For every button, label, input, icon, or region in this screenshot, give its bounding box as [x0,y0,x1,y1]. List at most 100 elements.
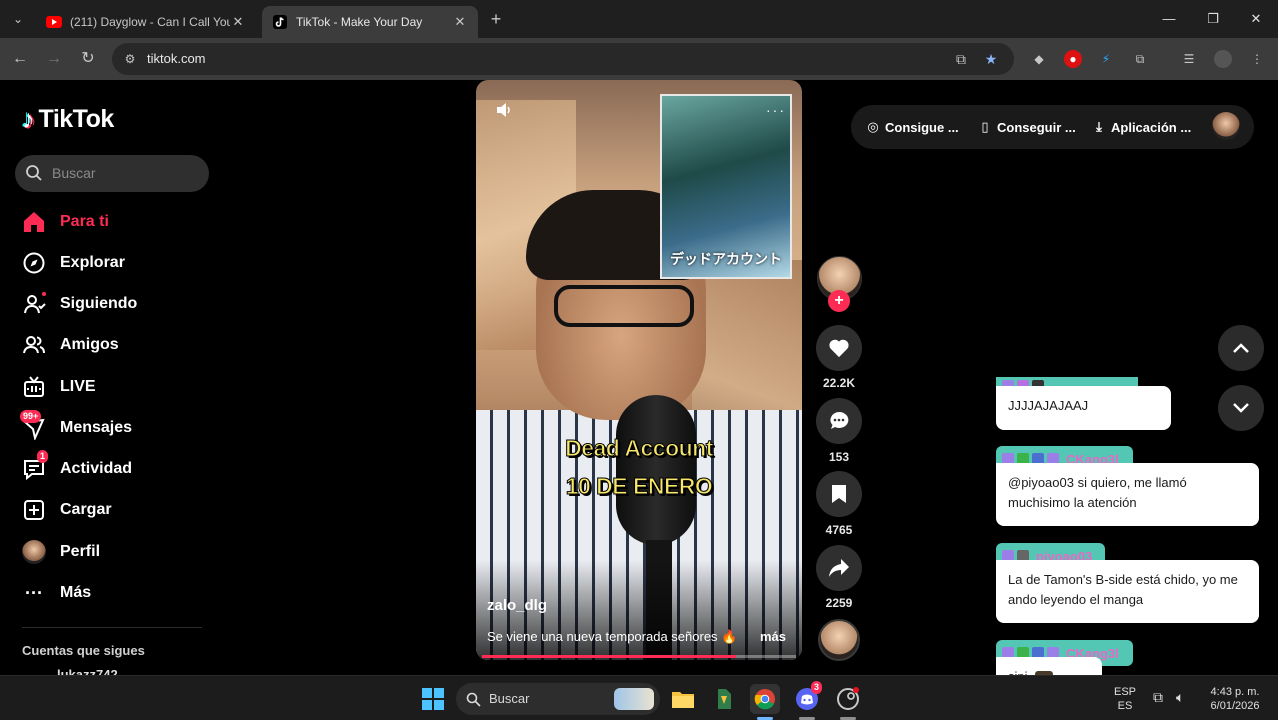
windows-start-icon[interactable] [418,684,448,714]
messages-badge: 99+ [20,410,42,423]
volume-icon[interactable] [494,100,514,120]
steam-icon[interactable] [833,684,863,714]
share-button[interactable] [816,545,862,591]
sidebar-item-para-ti[interactable]: Para ti [22,208,109,236]
search-highlight-icon [614,688,654,710]
translate-extension-icon[interactable]: ⚡ [1097,50,1115,68]
back-icon[interactable]: ← [10,49,30,69]
adblock-icon[interactable]: ● [1064,50,1082,68]
comment-count: 153 [828,450,850,464]
download-icon: ⤓ [1096,119,1102,134]
microphone [616,395,696,545]
video-author[interactable]: zalo_dlg [487,597,547,614]
description-more-link[interactable]: más [760,629,786,644]
heart-icon [829,339,849,358]
close-icon[interactable]: ✕ [230,14,246,30]
chevron-up-icon [1233,343,1249,353]
address-bar[interactable]: ⚙ tiktok.com ⧉ ★ [112,43,1014,75]
browser-tab-bar: ⌄ (211) Dayglow - Can I Call You Tonight… [0,0,1278,38]
sidebar-item-siguiendo[interactable]: Siguiendo [22,290,137,318]
anime-poster: デッドアカウント [660,94,792,279]
menu-dots-icon[interactable]: ⋮ [1248,50,1266,68]
logo-text: TikTok [38,105,115,133]
get-coins-button[interactable]: ◎ Consigue ... [865,119,958,135]
video-caption: 10 DE ENERO [565,473,713,500]
install-app-icon[interactable]: ⧉ [952,51,970,67]
like-button[interactable] [816,325,862,371]
sidebar-item-label: Más [60,584,92,601]
music-disc-avatar[interactable] [818,619,860,661]
app-icon[interactable] [709,684,739,714]
tab-tiktok[interactable]: TikTok - Make Your Day ✕ [262,6,478,38]
video-progress-fill [482,655,737,658]
minimize-icon[interactable]: — [1157,8,1181,30]
follow-plus-icon[interactable]: + [828,290,850,312]
extension-icon[interactable]: ◆ [1030,50,1048,68]
sidebar-item-label: LIVE [60,378,96,395]
tab-search-chevron-icon[interactable]: ⌄ [6,8,30,30]
save-button[interactable] [816,471,862,517]
live-icon [22,375,46,399]
profile-icon[interactable] [1214,50,1232,68]
video-caption: Dead Account [565,435,714,462]
video-player[interactable]: デッドアカウント ··· Dead Account 10 DE ENERO za… [476,80,802,660]
sidebar-item-mas[interactable]: ··· Más [22,579,91,607]
coin-icon: ◎ [867,119,879,134]
video-subject [554,285,694,327]
tab-youtube[interactable]: (211) Dayglow - Can I Call You Tonight? … [36,6,256,38]
top-actions-bar: ◎ Consigue ... ▯ Conseguir ... ⤓ Aplicac… [851,105,1254,149]
home-icon [22,210,46,234]
sidebar-divider [22,627,202,628]
comment-button[interactable] [816,398,862,444]
video-progress-bar[interactable] [482,655,796,658]
more-icon: ··· [25,582,43,603]
download-app-button[interactable]: ⤓ Aplicación ... [1091,119,1191,135]
tiktok-icon [272,14,288,30]
sidebar-item-perfil[interactable]: Perfil [22,538,100,566]
chrome-icon[interactable] [750,684,780,714]
sidebar-item-live[interactable]: LIVE [22,373,96,401]
sidebar-item-actividad[interactable]: 1 Actividad [22,450,132,483]
media-controls-icon[interactable]: ☰ [1180,50,1198,68]
site-settings-icon[interactable]: ⚙ [122,51,138,67]
reload-icon[interactable]: ↻ [78,49,98,69]
get-app-button[interactable]: ▯ Conseguir ... [977,119,1075,135]
sidebar-item-amigos[interactable]: Amigos [22,331,119,359]
search-icon [466,692,481,707]
sidebar-item-explorar[interactable]: Explorar [22,249,125,277]
clock[interactable]: 4:43 p. m. 6/01/2026 [1203,685,1267,713]
discord-icon[interactable]: 3 [792,681,823,714]
video-options-icon[interactable]: ··· [766,102,786,118]
restore-icon[interactable]: ❐ [1201,8,1225,30]
youtube-icon [46,14,62,30]
network-icon[interactable]: ⧉ [1153,690,1163,704]
window-close-icon[interactable]: ✕ [1244,8,1268,30]
previous-video-button[interactable] [1218,325,1264,371]
speaker-icon[interactable]: 🔈︎ [1176,690,1184,704]
tab-title: TikTok - Make Your Day [296,15,423,29]
keyboard-code: ES [1117,700,1133,712]
sidebar-item-mensajes[interactable]: 99+ Mensajes [20,410,132,442]
compass-icon [22,251,46,275]
sidebar-item-label: Perfil [60,543,101,560]
next-video-button[interactable] [1218,385,1264,431]
taskbar-search-input[interactable]: Buscar [456,683,660,715]
bookmark-icon [832,485,846,503]
sidebar-item-cargar[interactable]: Cargar [22,496,112,524]
puzzle-extensions-icon[interactable]: ⧉ [1131,50,1149,68]
search-input[interactable]: Buscar [15,155,209,192]
file-explorer-icon[interactable] [668,684,698,714]
sidebar-item-label: Para ti [60,213,109,230]
user-avatar[interactable] [1212,112,1240,140]
forward-icon[interactable]: → [44,49,64,69]
chevron-down-icon [1233,403,1249,413]
profile-avatar [22,540,46,564]
new-tab-icon[interactable]: + [486,9,506,29]
following-icon [22,292,46,316]
sidebar-item-label: Amigos [60,336,119,353]
chat-message: La de Tamon's B-side está chido, yo me a… [996,560,1259,623]
tiktok-logo[interactable]: ♪ TikTok [22,104,114,135]
close-icon[interactable]: ✕ [452,14,468,30]
bookmark-star-icon[interactable]: ★ [982,51,1000,67]
language-indicator[interactable]: ESP ES [1114,685,1136,713]
